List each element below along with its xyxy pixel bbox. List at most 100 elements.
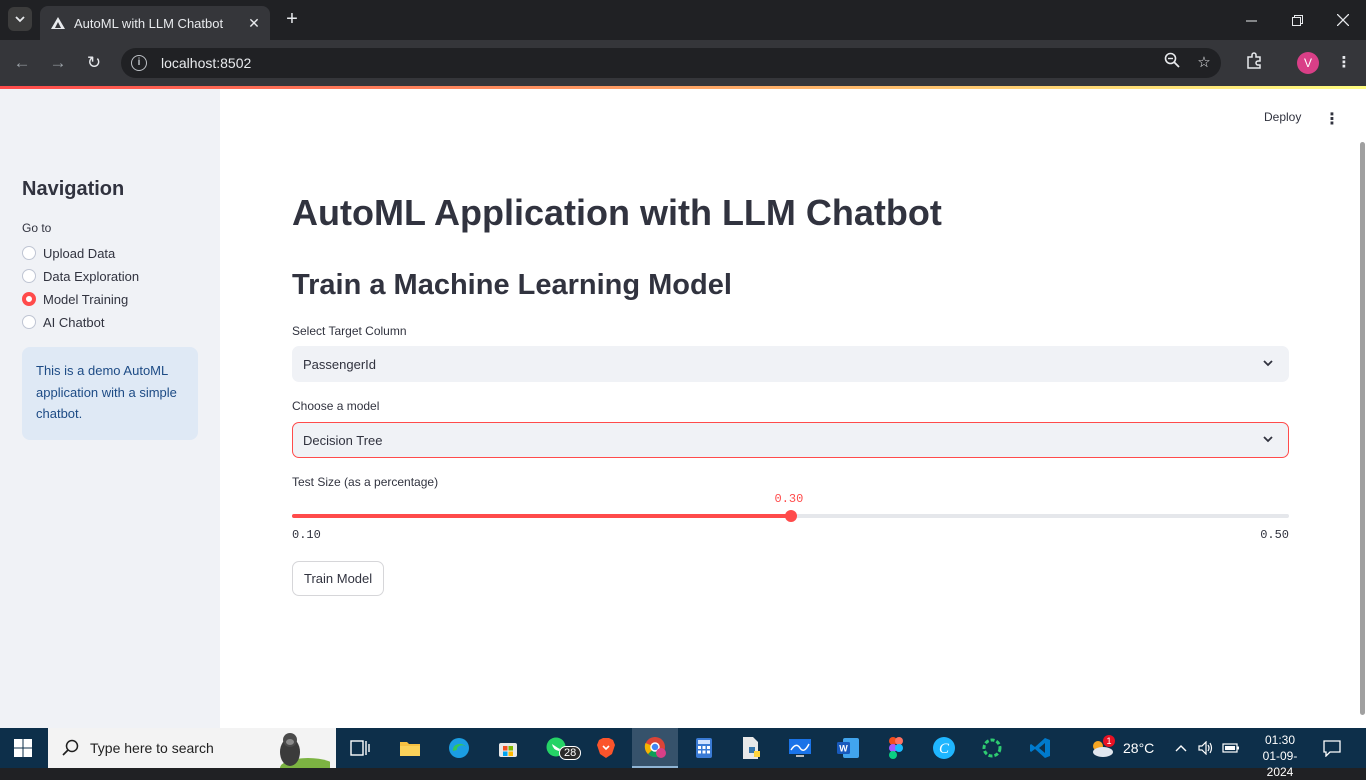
show-hidden-icons-button[interactable] <box>1175 728 1187 768</box>
nav-option-data-exploration[interactable]: Data Exploration <box>22 266 139 286</box>
reload-icon[interactable]: ↻ <box>82 51 106 75</box>
slider-min-label: 0.10 <box>292 528 321 542</box>
chrome-icon[interactable] <box>632 728 678 768</box>
sidebar: Navigation Go to Upload Data Data Explor… <box>0 89 220 728</box>
search-highlight-gorilla-icon <box>280 733 330 768</box>
train-model-button[interactable]: Train Model <box>292 561 385 596</box>
extensions-icon[interactable] <box>1243 52 1265 74</box>
test-size-label: Test Size (as a percentage) <box>292 475 439 489</box>
radio-button[interactable] <box>22 246 36 260</box>
taskbar-search-placeholder: Type here to search <box>90 740 214 756</box>
weather-widget[interactable]: 1 28°C <box>1089 728 1154 768</box>
radio-button[interactable] <box>22 315 36 329</box>
taskbar-search-box[interactable]: Type here to search <box>48 728 336 768</box>
notification-icon <box>1323 740 1341 757</box>
browser-tab-strip: AutoML with LLM Chatbot ✕ + <box>0 0 1366 40</box>
page-scrollbar[interactable] <box>1360 142 1365 715</box>
microsoft-store-icon[interactable] <box>485 728 531 768</box>
bookmark-star-icon[interactable]: ☆ <box>1193 52 1215 74</box>
target-column-value: PassengerId <box>303 356 376 372</box>
radio-button-selected[interactable] <box>22 292 36 306</box>
notifications-button[interactable] <box>1323 728 1341 768</box>
tab-title: AutoML with LLM Chatbot <box>74 15 224 31</box>
chevron-down-icon <box>1263 360 1273 367</box>
brave-icon[interactable] <box>583 728 629 768</box>
profile-avatar[interactable]: V <box>1297 52 1319 74</box>
slider-max-label: 0.50 <box>1260 528 1289 542</box>
chevron-down-icon <box>15 16 25 23</box>
loading-app-icon[interactable] <box>969 728 1015 768</box>
monitor-app-icon[interactable] <box>777 728 823 768</box>
nav-option-label: AI Chatbot <box>43 314 105 330</box>
forward-arrow-icon[interactable]: → <box>46 51 70 75</box>
tab-search-button[interactable] <box>8 7 32 31</box>
whatsapp-badge: 28 <box>559 746 582 760</box>
word-icon[interactable]: W <box>825 728 871 768</box>
windows-start-icon[interactable] <box>14 739 32 757</box>
battery-icon[interactable] <box>1222 728 1240 768</box>
windows-taskbar: Type here to search 28 W C 1 28°C 01:30 … <box>0 728 1366 779</box>
sidebar-info-box: This is a demo AutoML application with a… <box>22 347 198 440</box>
vscode-icon[interactable] <box>1017 728 1063 768</box>
clock-time: 01:30 <box>1264 733 1296 747</box>
browser-tab[interactable]: AutoML with LLM Chatbot ✕ <box>40 6 270 40</box>
model-select[interactable]: Decision Tree <box>292 422 1289 458</box>
chevron-down-icon <box>1263 436 1273 443</box>
weather-badge: 1 <box>1103 735 1115 747</box>
main-menu-icon[interactable]: ⋮ <box>1324 109 1340 129</box>
site-info-icon[interactable]: i <box>131 55 147 71</box>
svg-text:W: W <box>839 744 848 754</box>
slider-current-value: 0.30 <box>774 492 804 506</box>
target-column-select[interactable]: PassengerId <box>292 346 1289 382</box>
figma-icon[interactable] <box>873 728 919 768</box>
radio-button[interactable] <box>22 269 36 283</box>
deploy-button[interactable]: Deploy <box>1264 110 1301 124</box>
chrome-menu-icon[interactable]: ⋮ <box>1333 52 1355 74</box>
page-title: AutoML Application with LLM Chatbot <box>292 192 942 233</box>
test-size-slider[interactable] <box>292 510 1289 522</box>
calculator-icon[interactable] <box>681 728 727 768</box>
nav-option-upload-data[interactable]: Upload Data <box>22 243 115 263</box>
browser-toolbar: ← → ↻ i localhost:8502 ☆ ⋮ <box>0 40 1366 86</box>
nav-option-label: Model Training <box>43 291 129 307</box>
edge-icon[interactable] <box>436 728 482 768</box>
taskbar-clock[interactable]: 01:30 01-09-2024 <box>1252 732 1308 780</box>
clock-date: 01-09-2024 <box>1262 749 1298 779</box>
restore-button[interactable] <box>1274 0 1320 40</box>
file-explorer-icon[interactable] <box>387 728 433 768</box>
radio-group-label: Go to <box>22 221 52 235</box>
target-column-label: Select Target Column <box>292 324 407 338</box>
zoom-icon[interactable] <box>1161 52 1183 74</box>
slider-thumb[interactable] <box>784 510 797 522</box>
search-icon <box>62 739 79 756</box>
streamlit-favicon-icon <box>50 15 66 31</box>
nav-option-ai-chatbot[interactable]: AI Chatbot <box>22 312 104 332</box>
whatsapp-icon[interactable]: 28 <box>534 728 582 768</box>
task-view-icon[interactable] <box>337 728 383 768</box>
sidebar-title: Navigation <box>22 178 125 200</box>
volume-icon[interactable] <box>1198 728 1214 768</box>
restore-icon <box>1291 14 1303 26</box>
tab-close-icon[interactable]: ✕ <box>244 15 264 32</box>
minimize-icon <box>1245 20 1257 21</box>
close-icon <box>1337 14 1349 26</box>
slider-fill <box>292 514 791 518</box>
canva-icon[interactable]: C <box>921 728 967 768</box>
model-label: Choose a model <box>292 399 380 413</box>
address-bar[interactable]: i localhost:8502 <box>121 48 1221 78</box>
back-arrow-icon[interactable]: ← <box>10 51 34 75</box>
url-text: localhost:8502 <box>161 55 252 71</box>
python-file-icon[interactable] <box>729 728 775 768</box>
page-viewport: Navigation Go to Upload Data Data Explor… <box>0 86 1366 728</box>
close-window-button[interactable] <box>1320 0 1366 40</box>
nav-option-label: Data Exploration <box>43 268 140 284</box>
chevron-up-icon <box>1175 745 1187 752</box>
model-value: Decision Tree <box>303 432 383 448</box>
temperature: 28°C <box>1123 740 1155 756</box>
nav-option-label: Upload Data <box>43 245 116 261</box>
minimize-button[interactable] <box>1228 0 1274 40</box>
svg-text:C: C <box>939 741 950 757</box>
new-tab-button[interactable]: + <box>281 8 303 30</box>
nav-option-model-training[interactable]: Model Training <box>22 289 128 309</box>
section-header: Train a Machine Learning Model <box>292 269 732 301</box>
